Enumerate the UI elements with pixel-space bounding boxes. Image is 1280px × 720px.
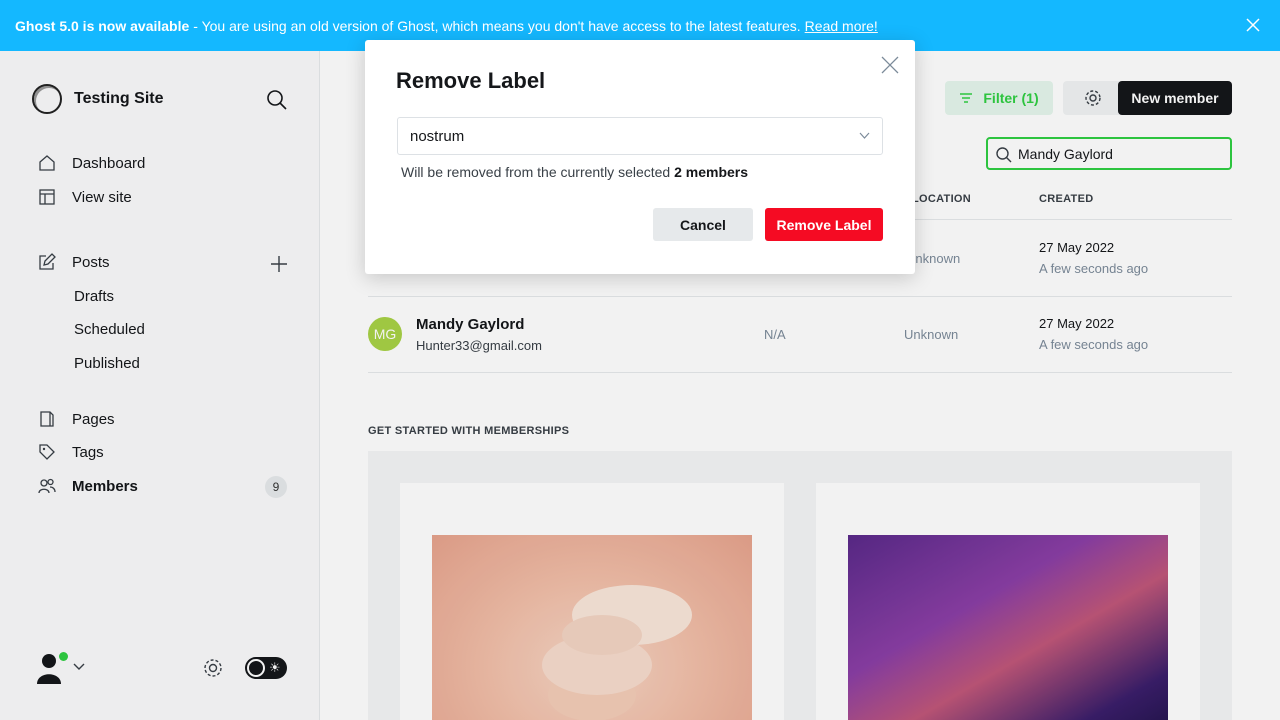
- banner-title: Ghost 5.0 is now available: [15, 17, 190, 34]
- modal-title: Remove Label: [396, 68, 546, 93]
- help-prefix: Will be removed from the currently selec…: [401, 164, 671, 180]
- banner-close-icon[interactable]: [1244, 16, 1262, 34]
- label-select-value: nostrum: [410, 127, 465, 145]
- chevron-down-icon: [859, 132, 870, 139]
- remove-label-modal: Remove Label nostrum Will be removed fro…: [365, 40, 915, 274]
- banner-message: - You are using an old version of Ghost,…: [193, 17, 801, 34]
- close-icon[interactable]: [881, 56, 899, 74]
- cancel-button[interactable]: Cancel: [653, 208, 753, 241]
- help-member-count: 2 members: [674, 164, 749, 180]
- modal-help-text: Will be removed from the currently selec…: [401, 164, 748, 180]
- remove-label-button[interactable]: Remove Label: [765, 208, 883, 241]
- banner-read-more-link[interactable]: Read more!: [805, 18, 878, 34]
- label-select[interactable]: nostrum: [397, 117, 883, 155]
